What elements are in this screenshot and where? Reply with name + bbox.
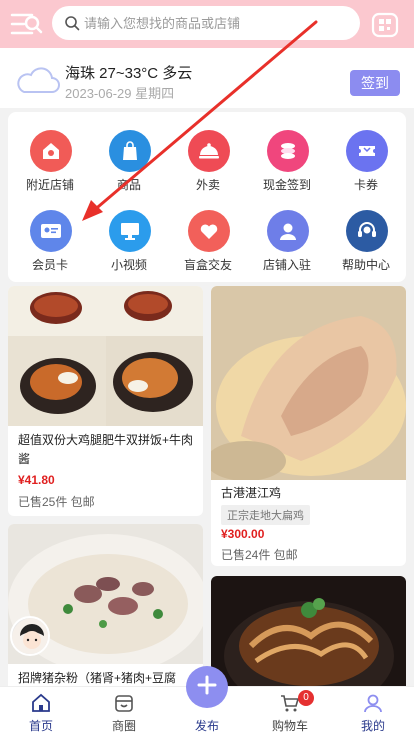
product-title: 古港湛江鸡	[221, 486, 282, 500]
tab-label: 发布	[194, 719, 219, 733]
menu-icon[interactable]	[10, 10, 44, 38]
cart-badge: 0	[298, 690, 314, 706]
heart-icon	[188, 210, 230, 252]
search-input[interactable]	[84, 6, 344, 40]
tab-label: 商圈	[111, 719, 136, 733]
tab-label: 购物车	[271, 719, 308, 733]
home-icon	[31, 693, 51, 713]
grid-item-store-join[interactable]: 店铺入驻	[248, 192, 326, 272]
product-card[interactable]: 招牌猪杂粉（猪肾+猪肉+豆腐	[8, 524, 203, 694]
store-icon	[114, 693, 134, 713]
tab-mine[interactable]: 我的	[338, 687, 408, 736]
product-title: 超值双份大鸡腿肥牛双拼饭+牛肉酱	[18, 433, 194, 466]
grid-item-label: 店铺入驻	[262, 258, 311, 272]
product-sold: 已售25件 包邮	[18, 495, 95, 509]
product-card[interactable]: 古港湛江鸡 正宗走地大扁鸡 ¥300.00 已售24件 包邮	[211, 286, 406, 566]
grid-item-label: 现金签到	[262, 178, 311, 192]
tab-business-circle[interactable]: 商圈	[89, 687, 159, 736]
tab-home[interactable]: 首页	[6, 687, 76, 736]
product-image	[211, 286, 406, 481]
grid-item-cash-signin[interactable]: 现金签到	[248, 112, 326, 192]
function-grid: 附近店铺 商品 外卖 现金签到 卡券 会员卡 小视频 盲盒交友 店铺入驻 帮助中…	[8, 112, 406, 282]
product-tag: 正宗走地大扁鸡	[221, 505, 310, 525]
cloud-icon	[14, 62, 60, 101]
grid-item-nearby-shops[interactable]: 附近店铺	[11, 112, 89, 192]
member-card-icon	[30, 210, 72, 252]
product-price: ¥41.80	[18, 473, 55, 487]
tab-label: 我的	[360, 719, 385, 733]
person-icon	[267, 210, 309, 252]
search-icon	[64, 15, 80, 36]
dish-cover-icon	[188, 130, 230, 172]
monitor-icon	[109, 210, 151, 252]
product-image	[211, 576, 406, 694]
cart-icon	[280, 693, 300, 713]
grid-item-member-card[interactable]: 会员卡	[11, 192, 89, 272]
plus-icon	[196, 674, 218, 701]
floating-avatar[interactable]	[10, 616, 50, 656]
bag-icon	[109, 130, 151, 172]
grid-item-label: 盲盒交友	[183, 258, 232, 272]
headset-icon	[346, 210, 388, 252]
weather-date: 2023-06-29 星期四	[65, 86, 175, 101]
grid-item-coupons[interactable]: 卡券	[327, 112, 405, 192]
product-price: ¥300.00	[221, 527, 265, 541]
weather-bar: 海珠 27~33°C 多云 2023-06-29 星期四 签到	[0, 48, 414, 108]
grid-item-label: 小视频	[110, 258, 147, 272]
weather-summary: 海珠 27~33°C 多云	[65, 65, 193, 82]
signin-button[interactable]: 签到	[350, 70, 400, 96]
grid-item-label: 附近店铺	[25, 178, 74, 192]
user-icon	[363, 693, 383, 713]
shop-icon	[30, 130, 72, 172]
product-card[interactable]: 超值双份大鸡腿肥牛双拼饭+牛肉酱 ¥41.80 已售25件 包邮	[8, 286, 203, 516]
grid-item-label: 外卖	[195, 178, 220, 192]
grid-item-label: 卡券	[353, 178, 378, 192]
ticket-icon	[346, 130, 388, 172]
product-image	[8, 286, 203, 426]
grid-item-help-center[interactable]: 帮助中心	[327, 192, 405, 272]
grid-item-takeout[interactable]: 外卖	[169, 112, 247, 192]
publish-button[interactable]	[186, 666, 228, 708]
grid-item-label: 帮助中心	[341, 258, 390, 272]
product-card[interactable]	[211, 576, 406, 694]
top-bar	[0, 0, 414, 48]
tab-label: 首页	[28, 719, 53, 733]
search-bar[interactable]	[52, 6, 360, 40]
grid-item-blind-box[interactable]: 盲盒交友	[169, 192, 247, 272]
product-sold: 已售24件 包邮	[221, 548, 298, 562]
coins-icon	[267, 130, 309, 172]
grid-item-label: 商品	[116, 178, 141, 192]
tab-cart[interactable]: 购物车	[255, 687, 325, 736]
grid-item-goods[interactable]: 商品	[90, 112, 168, 192]
grid-item-label: 会员卡	[31, 258, 68, 272]
scan-icon[interactable]	[370, 10, 400, 40]
grid-item-short-video[interactable]: 小视频	[90, 192, 168, 272]
